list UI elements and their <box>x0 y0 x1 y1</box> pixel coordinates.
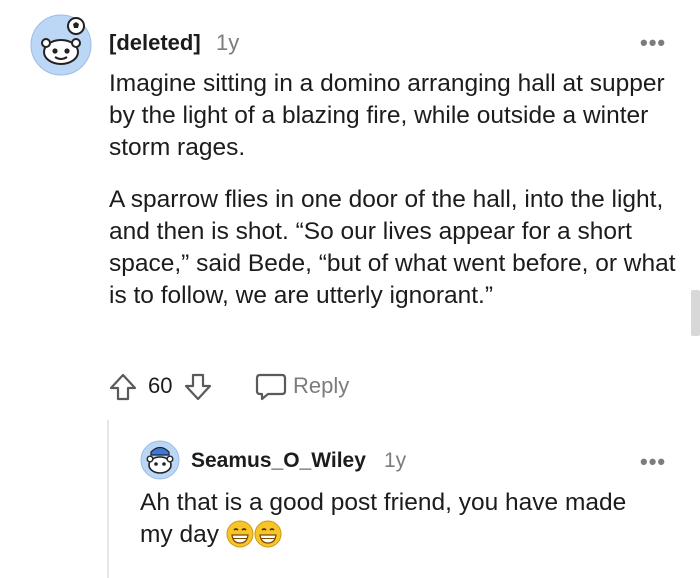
vote-count: 60 <box>148 373 173 398</box>
comment-age: 1y <box>216 30 240 55</box>
thread-line <box>107 420 109 578</box>
deleted-user-avatar[interactable] <box>30 14 92 76</box>
reply-age: 1y <box>384 449 407 472</box>
comment-paragraph-1: Imagine sitting in a domino arranging ha… <box>109 70 665 161</box>
comment-paragraph-2: A sparrow flies in one door of the hall,… <box>109 186 676 309</box>
scrollbar[interactable] <box>691 290 700 336</box>
downvote-arrow-icon[interactable] <box>183 372 213 402</box>
comment-author[interactable]: [deleted] <box>109 30 201 56</box>
reply-button[interactable]: Reply <box>293 373 349 399</box>
reply-author[interactable]: Seamus_O_Wiley <box>191 449 366 473</box>
upvote-arrow-icon[interactable] <box>108 372 138 402</box>
seamus-avatar[interactable] <box>140 440 180 480</box>
grinning-face-icon <box>226 520 254 548</box>
reply-more-options-icon[interactable]: ••• <box>640 449 666 475</box>
more-options-icon[interactable]: ••• <box>640 30 666 56</box>
reply-text: Ah that is a good post friend, you have … <box>140 487 660 551</box>
reply-text-content: Ah that is a good post friend, you have … <box>140 489 627 548</box>
grinning-face-icon <box>254 520 282 548</box>
speech-bubble-icon[interactable] <box>255 372 287 402</box>
